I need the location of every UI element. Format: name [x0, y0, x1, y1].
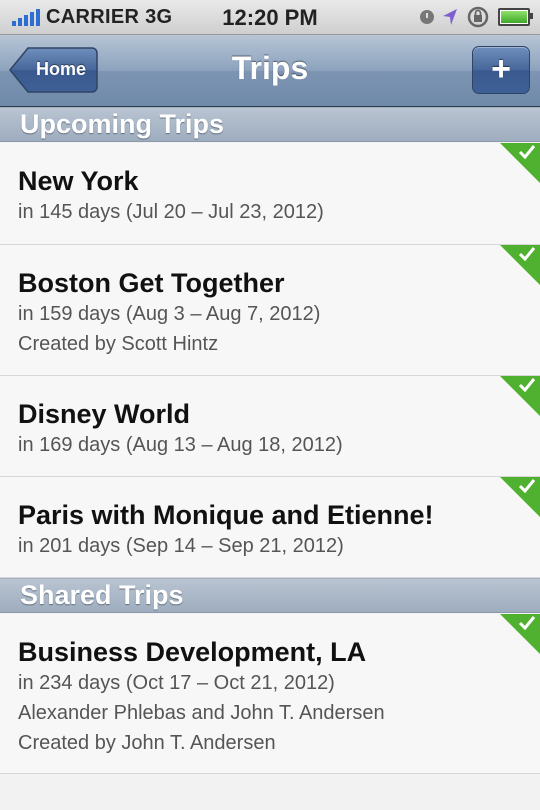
section-header-shared: Shared Trips	[0, 578, 540, 613]
checkmark-icon	[500, 376, 540, 416]
trip-dates: in 234 days (Oct 17 – Oct 21, 2012)	[18, 672, 335, 694]
trip-members: Alexander Phlebas and John T. Andersen	[18, 702, 385, 724]
trip-name: Business Development, LA	[18, 637, 367, 667]
trip-name: New York	[18, 166, 139, 196]
add-trip-button[interactable]: +	[472, 46, 530, 94]
checkmark-icon	[500, 614, 540, 654]
trip-dates: in 169 days (Aug 13 – Aug 18, 2012)	[18, 434, 343, 456]
trip-name: Paris with Monique and Etienne!	[18, 500, 434, 530]
checkmark-icon	[500, 143, 540, 183]
clock-icon	[420, 10, 434, 24]
trip-creator: Created by Scott Hintz	[18, 333, 219, 355]
section-header-upcoming: Upcoming Trips	[0, 107, 540, 142]
checkmark-icon	[500, 477, 540, 517]
trip-name: Boston Get Together	[18, 268, 285, 298]
trip-row-boston[interactable]: Boston Get Together in 159 days (Aug 3 –…	[0, 245, 540, 376]
location-icon	[442, 8, 458, 26]
trip-row-new-york[interactable]: New York in 145 days (Jul 20 – Jul 23, 2…	[0, 143, 540, 245]
trip-row-paris[interactable]: Paris with Monique and Etienne! in 201 d…	[0, 477, 540, 578]
navigation-bar: Home Trips +	[0, 35, 540, 107]
trip-dates: in 201 days (Sep 14 – Sep 21, 2012)	[18, 535, 344, 557]
trip-row-business-development[interactable]: Business Development, LA in 234 days (Oc…	[0, 614, 540, 774]
trip-name: Disney World	[18, 399, 191, 429]
battery-icon	[498, 8, 533, 26]
trip-dates: in 145 days (Jul 20 – Jul 23, 2012)	[18, 201, 324, 223]
trip-dates: in 159 days (Aug 3 – Aug 7, 2012)	[18, 303, 321, 325]
rotation-lock-icon	[466, 6, 490, 28]
checkmark-icon	[500, 245, 540, 285]
page-title: Trips	[231, 50, 309, 86]
trip-creator: Created by John T. Andersen	[18, 732, 276, 754]
trip-row-disney-world[interactable]: Disney World in 169 days (Aug 13 – Aug 1…	[0, 376, 540, 477]
status-bar: CARRIER 3G 12:20 PM	[0, 0, 540, 35]
